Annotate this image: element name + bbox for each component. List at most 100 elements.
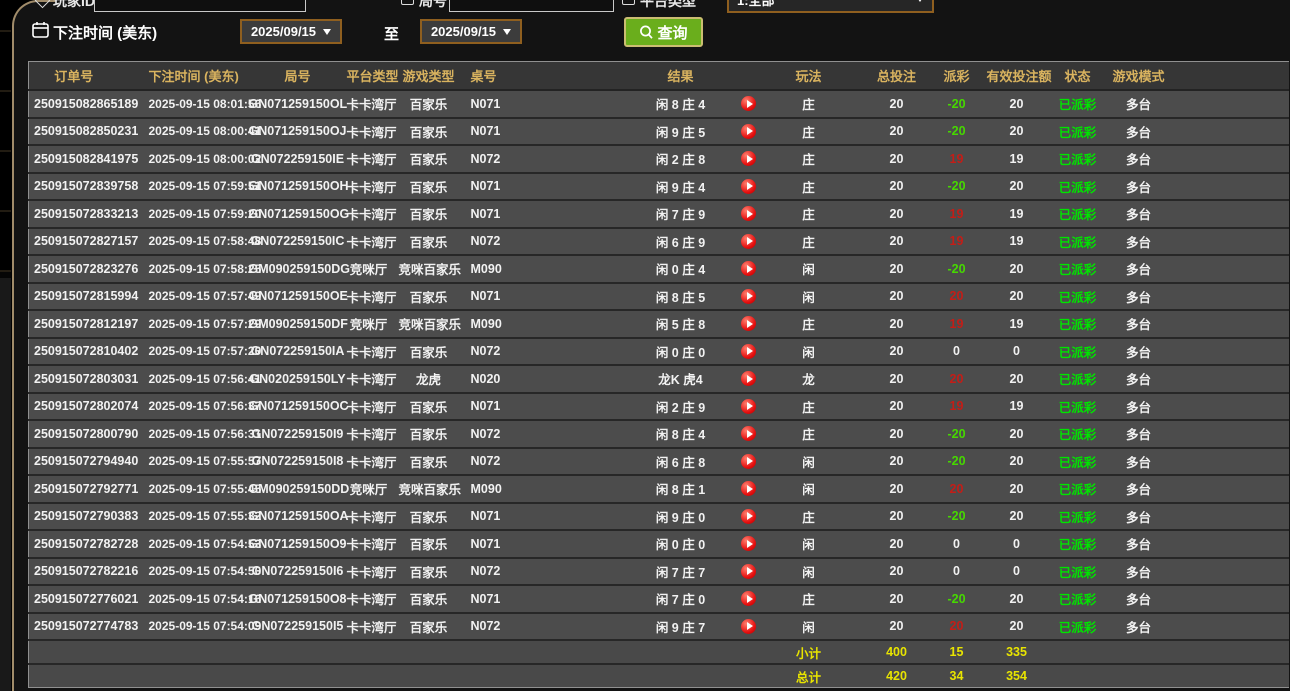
date-from-select[interactable]: 2025/09/15 xyxy=(240,19,342,44)
cell-status: 已派彩 xyxy=(1046,227,1109,256)
play-video-icon[interactable] xyxy=(741,536,756,552)
cell-order: 250915072815994 xyxy=(28,282,149,311)
play-video-icon[interactable] xyxy=(741,96,756,112)
cell-result: 闲 9 庄 0 xyxy=(520,502,717,531)
query-button[interactable]: 查询 xyxy=(624,17,703,47)
cell-tbl: N071 xyxy=(470,502,521,531)
cell-mode: 多台 xyxy=(1108,420,1169,449)
cell-game: 百家乐 xyxy=(398,447,471,476)
cell-valid: 19 xyxy=(986,392,1047,421)
play-video-icon[interactable] xyxy=(741,398,756,414)
play-video-icon[interactable] xyxy=(741,178,756,194)
play-video-icon[interactable] xyxy=(741,481,756,497)
play-video-icon[interactable] xyxy=(741,206,756,222)
cell-hall: 卡卡湾厅 xyxy=(346,200,399,229)
row-filler xyxy=(1168,530,1289,559)
table-row: 250915072810402 2025-09-15 07:57:20 GN0722… xyxy=(28,337,1289,366)
cell-payout: 20 xyxy=(926,365,987,394)
header-order: 订单号 xyxy=(28,61,149,91)
cell-tbl: N072 xyxy=(470,227,521,256)
cell-valid: 0 xyxy=(986,557,1047,586)
play-video-icon[interactable] xyxy=(741,618,756,634)
cell-time: 2025-09-15 07:57:29 xyxy=(148,310,261,339)
cell-valid: 0 xyxy=(986,530,1047,559)
cell-tbl: N071 xyxy=(470,200,521,229)
cell-valid: 19 xyxy=(986,227,1047,256)
cell-total: 20 xyxy=(852,420,927,449)
cell-game: 竞咪百家乐 xyxy=(398,255,471,284)
play-video-icon[interactable] xyxy=(741,151,756,167)
play-triangle xyxy=(747,567,753,576)
play-video-icon[interactable] xyxy=(741,508,756,524)
cell-time: 2025-09-15 07:58:25 xyxy=(148,255,261,284)
table-row: 250915072794940 2025-09-15 07:55:57 GN0722… xyxy=(28,447,1289,476)
cell-play: 闲 xyxy=(780,447,853,476)
cell-play: 闲 xyxy=(780,612,853,641)
play-video-icon[interactable] xyxy=(741,261,756,277)
cell-time: 2025-09-15 07:59:20 xyxy=(148,200,261,229)
chevron-down-icon xyxy=(503,28,512,35)
cell-status: 已派彩 xyxy=(1046,420,1109,449)
cell-total: 20 xyxy=(852,255,927,284)
replay-cell xyxy=(716,200,781,229)
table-row: 250915072790383 2025-09-15 07:55:32 GN0712… xyxy=(28,502,1289,531)
cell-mode: 多台 xyxy=(1108,557,1169,586)
cell-tbl: N072 xyxy=(470,337,521,366)
play-triangle xyxy=(747,319,753,328)
cell-hall: 竞咪厅 xyxy=(346,255,399,284)
header-filler xyxy=(1168,61,1289,91)
play-video-icon[interactable] xyxy=(741,233,756,249)
cell-hall: 卡卡湾厅 xyxy=(346,502,399,531)
cell-total: 20 xyxy=(852,117,927,146)
play-video-icon[interactable] xyxy=(741,591,756,607)
cell-status: 已派彩 xyxy=(1046,502,1109,531)
cell-total: 20 xyxy=(852,530,927,559)
play-video-icon[interactable] xyxy=(741,316,756,332)
platform-label: 平台类型 xyxy=(640,0,696,9)
play-video-icon[interactable] xyxy=(741,288,756,304)
date-to-value: 2025/09/15 xyxy=(430,24,497,39)
replay-cell xyxy=(716,365,781,394)
play-video-icon[interactable] xyxy=(741,563,756,579)
cell-result: 闲 0 庄 0 xyxy=(520,530,717,559)
platform-select[interactable]: 1:全部 xyxy=(727,0,934,13)
cell-order: 250915082841975 xyxy=(28,145,149,174)
cell-time: 2025-09-15 07:56:37 xyxy=(148,392,261,421)
header-play: 玩法 xyxy=(780,61,853,91)
cell-hall: 卡卡湾厅 xyxy=(346,365,399,394)
cell-round: GN071259150OL xyxy=(248,90,347,119)
play-video-icon[interactable] xyxy=(741,123,756,139)
play-video-icon[interactable] xyxy=(741,371,756,387)
cell-hall: 卡卡湾厅 xyxy=(346,337,399,366)
cell-result: 闲 8 庄 4 xyxy=(520,420,717,449)
play-video-icon[interactable] xyxy=(741,343,756,359)
table-row: 250915072812197 2025-09-15 07:57:29 GM0902… xyxy=(28,310,1289,339)
cell-valid: 20 xyxy=(986,172,1047,201)
cell-order: 250915072794940 xyxy=(28,447,149,476)
play-triangle xyxy=(747,264,753,273)
round-input[interactable] xyxy=(449,0,614,12)
replay-cell xyxy=(716,557,781,586)
cell-order: 250915072802074 xyxy=(28,392,149,421)
cell-play: 闲 xyxy=(780,255,853,284)
cell-tbl: N072 xyxy=(470,557,521,586)
table-row: 250915072815994 2025-09-15 07:57:49 GN0712… xyxy=(28,282,1289,311)
play-video-icon[interactable] xyxy=(741,426,756,442)
play-video-icon[interactable] xyxy=(741,453,756,469)
cell-total: 20 xyxy=(852,447,927,476)
date-to-select[interactable]: 2025/09/15 xyxy=(420,19,522,44)
table-row: 250915072833213 2025-09-15 07:59:20 GN0712… xyxy=(28,200,1289,229)
cell-status: 已派彩 xyxy=(1046,585,1109,614)
date-from-value: 2025/09/15 xyxy=(250,24,317,39)
search-icon xyxy=(640,25,654,39)
cell-game: 百家乐 xyxy=(398,282,471,311)
grandtotal-row: 总计 420 34 354 xyxy=(28,664,1289,688)
cell-total: 20 xyxy=(852,172,927,201)
cell-mode: 多台 xyxy=(1108,145,1169,174)
replay-cell xyxy=(716,117,781,146)
cell-hall: 卡卡湾厅 xyxy=(346,90,399,119)
player-input[interactable] xyxy=(94,0,306,12)
cell-payout: 19 xyxy=(926,227,987,256)
to-label: 至 xyxy=(384,26,400,43)
row-filler xyxy=(1168,227,1289,256)
